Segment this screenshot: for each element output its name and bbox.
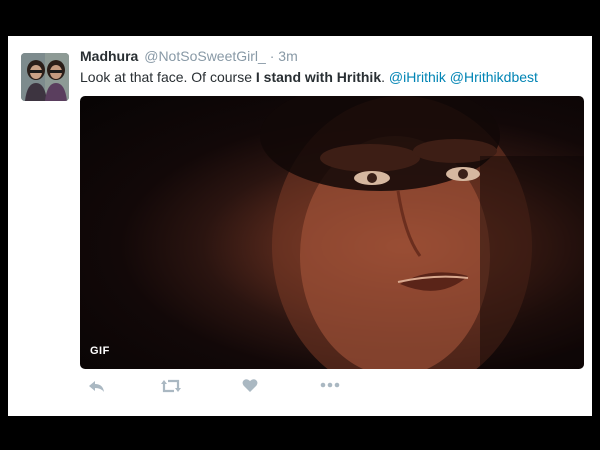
mention-link[interactable]: @iHrithik	[389, 69, 446, 85]
user-handle[interactable]: @NotSoSweetGirl_	[144, 48, 266, 64]
retweet-button[interactable]	[160, 378, 182, 398]
user-name[interactable]: Madhura	[80, 48, 138, 64]
tweet-time[interactable]: 3m	[278, 48, 297, 64]
tweet-text-bold: I stand with Hrithik	[255, 69, 382, 85]
tweet-text-after-bold: .	[381, 69, 389, 85]
header-separator: ·	[269, 48, 275, 64]
avatar-image	[21, 53, 69, 101]
more-icon	[320, 382, 340, 388]
mention-link[interactable]: @Hrithikdbest	[450, 69, 538, 85]
gif-media[interactable]: GIF	[80, 96, 584, 369]
retweet-icon	[161, 379, 181, 393]
tweet-header: Madhura @NotSoSweetGirl_ · 3m	[80, 48, 298, 64]
heart-icon	[242, 379, 258, 392]
tweet-text: Look at that face. Of course I stand wit…	[80, 69, 538, 85]
gif-image	[260, 96, 584, 369]
reply-button[interactable]	[88, 378, 110, 398]
tweet-card: Madhura @NotSoSweetGirl_ · 3m Look at th…	[8, 36, 592, 416]
more-button[interactable]	[320, 378, 342, 398]
tweet-text-plain: Look at that face. Of course	[80, 69, 256, 85]
tweet-actions	[80, 376, 380, 400]
gif-badge: GIF	[90, 345, 110, 357]
avatar[interactable]	[21, 53, 69, 101]
reply-icon	[89, 381, 104, 392]
like-button[interactable]	[242, 378, 264, 398]
